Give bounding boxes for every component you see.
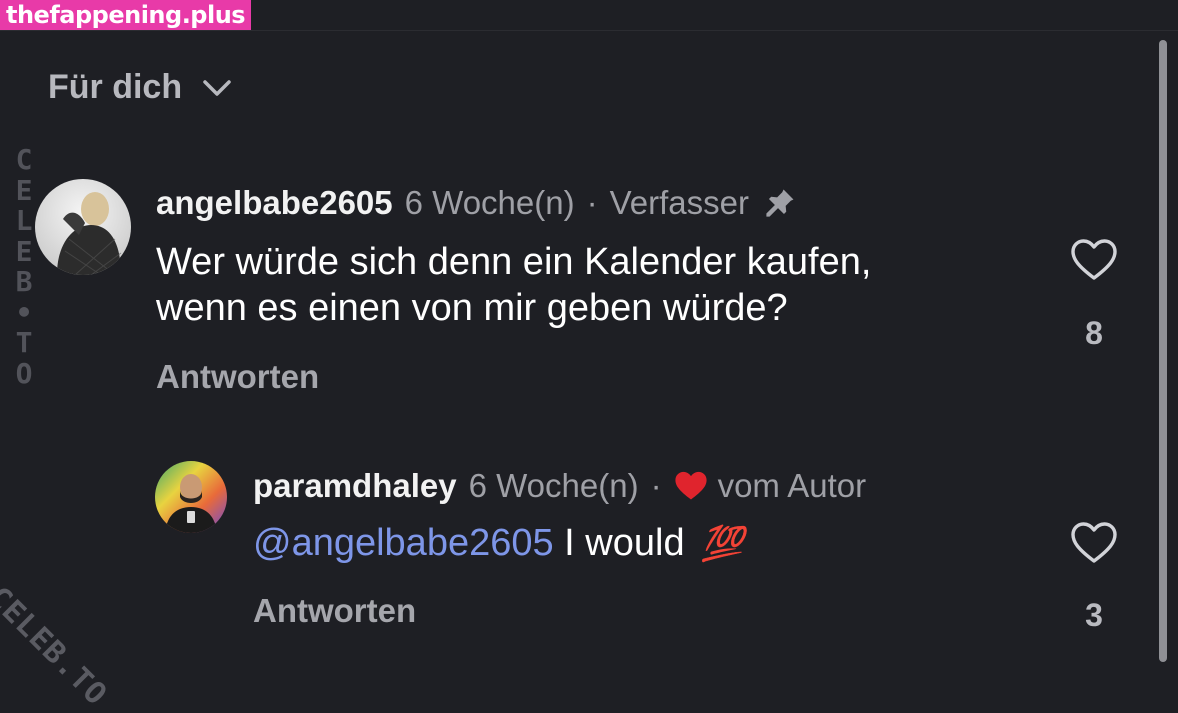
meta-separator: · (586, 184, 598, 221)
watermark-banner: thefappening.plus (0, 0, 252, 30)
comment-username[interactable]: paramdhaley (253, 467, 457, 505)
top-divider (0, 30, 1178, 31)
side-watermark-char: • (15, 295, 33, 329)
side-watermark-char: E (15, 234, 33, 268)
meta-separator: · (650, 467, 662, 504)
comment-text: @angelbabe2605 I would 💯 (253, 520, 744, 567)
hundred-points-emoji: 💯 (701, 525, 744, 563)
mention-link[interactable]: @angelbabe2605 (253, 522, 554, 564)
like-count: 3 (1085, 597, 1103, 633)
feed-filter-dropdown[interactable]: Für dich (48, 68, 232, 107)
side-watermark-char: L (15, 204, 33, 237)
scrollbar[interactable] (1159, 40, 1167, 662)
comment-text: Wer würde sich denn ein Kalender kaufen,… (156, 239, 871, 331)
diagonal-watermark: CELEB.TO (0, 580, 114, 713)
author-label: Verfasser (609, 184, 749, 221)
side-watermark-char: O (15, 356, 33, 390)
like-heart-icon[interactable] (1070, 521, 1118, 565)
reply-button[interactable]: Antworten (253, 592, 416, 630)
side-watermark-char: E (15, 173, 33, 207)
chevron-down-icon (203, 79, 231, 96)
comment-meta: paramdhaley 6 Woche(n) · vom Autor (253, 465, 866, 507)
avatar[interactable] (35, 179, 131, 275)
comment-text-line: wenn es einen von mir geben würde? (156, 287, 788, 329)
comment-time: 6 Woche(n) (404, 184, 575, 221)
liked-by-author-label: vom Autor (717, 467, 867, 504)
side-watermark-char: C (15, 143, 33, 176)
comment-time: 6 Woche(n) (468, 467, 639, 504)
comment-meta: angelbabe2605 6 Woche(n) · Verfasser (156, 182, 797, 224)
side-watermark-char: B (15, 265, 33, 298)
feed-filter-label: Für dich (48, 68, 183, 106)
reply-button[interactable]: Antworten (156, 358, 319, 396)
comment-text-line: Wer würde sich denn ein Kalender kaufen, (156, 241, 872, 283)
avatar[interactable] (155, 461, 227, 533)
like-heart-icon[interactable] (1070, 238, 1118, 282)
pin-icon (766, 189, 794, 217)
comment-username[interactable]: angelbabe2605 (156, 184, 393, 222)
like-count: 8 (1085, 315, 1103, 351)
side-watermark-char: T (15, 326, 33, 359)
side-watermark: C E L E B • T O (10, 143, 38, 390)
author-heart-icon (674, 471, 707, 500)
comment-text-body: I would (553, 522, 696, 564)
